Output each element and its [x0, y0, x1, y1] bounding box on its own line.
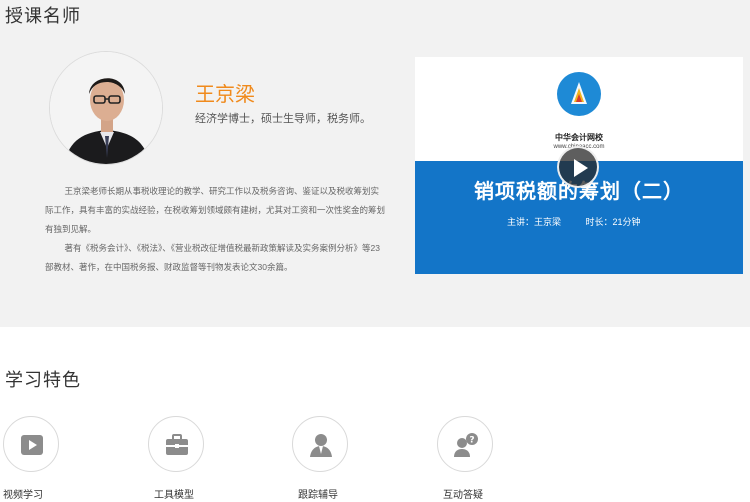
teacher-name: 王京梁 — [195, 84, 255, 106]
tutor-icon — [292, 416, 348, 472]
feature-tool-models[interactable]: 工具模型 — [148, 416, 208, 501]
qa-icon: ? — [437, 416, 493, 472]
feature-tracking-tutoring[interactable]: 跟踪辅导 — [292, 416, 352, 501]
bio-paragraph: 王京梁老师长期从事税收理论的教学、研究工作以及税务咨询、鉴证以及税收筹划实际工作… — [45, 186, 386, 234]
chinaacc-logo-icon — [557, 72, 601, 116]
video-icon — [3, 416, 59, 472]
bio-paragraph: 著有《税务会计》、《税法》、《营业税改征增值税最新政策解读及实务案例分析》等23… — [45, 243, 381, 272]
teacher-avatar — [49, 51, 163, 165]
teacher-credentials: 经济学博士，硕士生导师，税务师。 — [195, 113, 371, 125]
teacher-section: 授课名师 王京梁 经济学博士，硕士生导师，税务师。 王京梁老师长期从事税收理论的… — [0, 0, 750, 327]
toolbox-icon — [148, 416, 204, 472]
course-video-player[interactable]: 中华会计网校 www.chinaacc.com 销项税额的筹划（二） 主讲：王京… — [415, 57, 743, 274]
svg-text:?: ? — [469, 436, 474, 446]
teacher-bio: 王京梁老师长期从事税收理论的教学、研究工作以及税务咨询、鉴证以及税收筹划实际工作… — [45, 182, 385, 277]
feature-label: 工具模型 — [154, 490, 194, 501]
video-brand: 中华会计网校 — [555, 133, 603, 142]
play-icon[interactable] — [557, 146, 599, 188]
section-title-teachers: 授课名师 — [5, 6, 81, 26]
section-title-features: 学习特色 — [5, 370, 81, 390]
video-meta: 主讲：王京梁 时长：21分钟 — [507, 215, 663, 228]
feature-interactive-qa[interactable]: ? 互动答疑 — [437, 416, 497, 501]
feature-label: 跟踪辅导 — [298, 490, 338, 501]
feature-video-learning[interactable]: 视频学习 — [3, 416, 63, 501]
feature-label: 互动答疑 — [443, 490, 483, 501]
video-duration: 时长：21分钟 — [585, 217, 641, 227]
video-speaker: 主讲：王京梁 — [507, 217, 562, 227]
feature-label: 视频学习 — [3, 490, 43, 501]
teacher-photo-icon — [50, 52, 162, 164]
